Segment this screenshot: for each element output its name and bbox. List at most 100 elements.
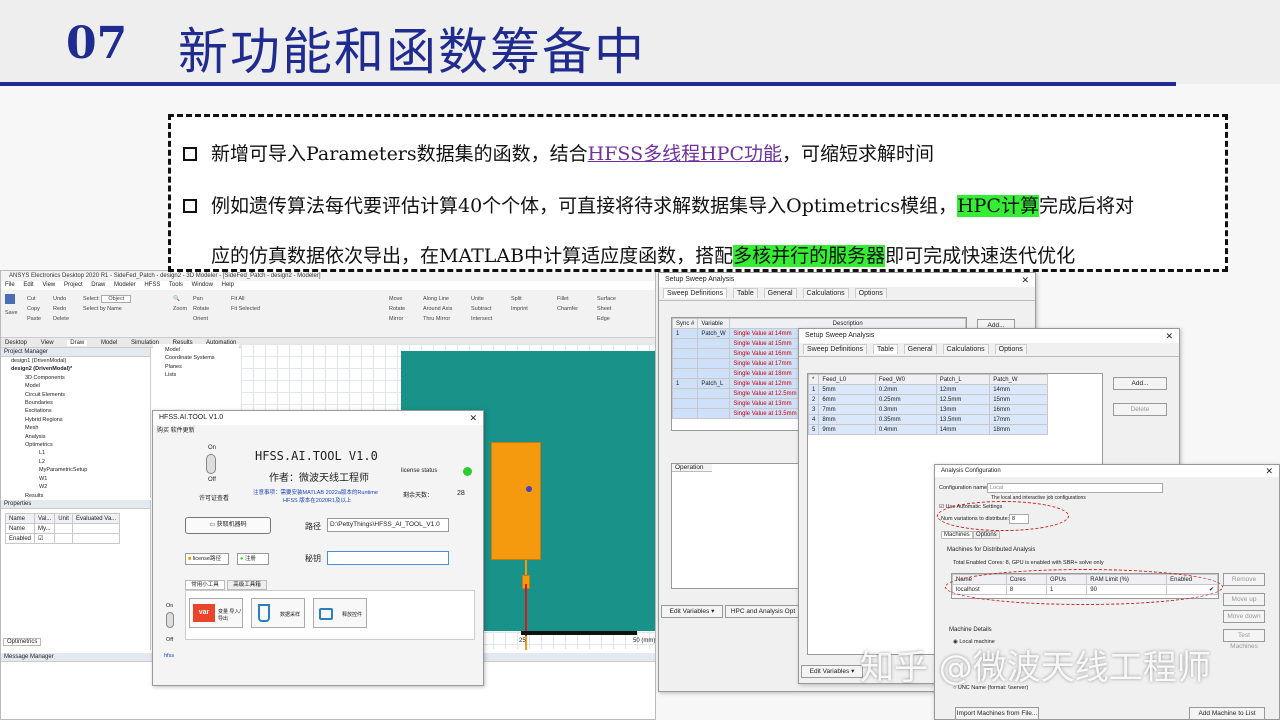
- tree-item[interactable]: Model: [5, 382, 150, 390]
- ribbon-view[interactable]: Pan Rotate Orient: [193, 294, 209, 324]
- tree-item[interactable]: W2: [5, 483, 150, 491]
- enabled-checkbox[interactable]: ☑: [34, 533, 56, 544]
- release-control-button[interactable]: 释放控件: [313, 598, 367, 628]
- tree-item[interactable]: Excitations: [5, 407, 150, 415]
- tab-options[interactable]: Options: [854, 288, 887, 298]
- edit-variables-button[interactable]: Edit Variables ▾: [801, 665, 863, 678]
- tab-sweep-definitions[interactable]: Sweep Definitions: [663, 288, 728, 298]
- menu-tools[interactable]: Tools: [169, 282, 183, 288]
- menu-help[interactable]: Help: [222, 282, 234, 288]
- tab-draw[interactable]: Draw: [67, 340, 88, 346]
- ribbon-surface[interactable]: Surface Sheet Edge: [597, 294, 616, 324]
- close-icon[interactable]: ✕: [469, 411, 477, 425]
- ribbon-transform[interactable]: Move Rotate Mirror: [389, 294, 405, 324]
- close-icon[interactable]: ✕: [1021, 273, 1029, 287]
- tree-item[interactable]: Mesh: [5, 424, 150, 432]
- menu-window[interactable]: Window: [192, 282, 213, 288]
- tree-item[interactable]: MyParametricSetup: [5, 466, 150, 474]
- props-row[interactable]: Enabled ☑: [4, 533, 121, 544]
- tab-options[interactable]: Options: [994, 344, 1027, 354]
- tree-item[interactable]: Optimetrics: [5, 441, 150, 449]
- ribbon-boolean[interactable]: Unite Subtract Intersect: [471, 294, 492, 324]
- tree-item[interactable]: L1: [5, 449, 150, 457]
- tree-item[interactable]: Circuit Elements: [5, 391, 150, 399]
- tree-item[interactable]: 3D Components: [5, 374, 150, 382]
- move-down-button[interactable]: Move down: [1223, 610, 1265, 623]
- add-button[interactable]: Add...: [1113, 377, 1167, 390]
- ribbon-fillet[interactable]: Fillet Chamfer: [557, 294, 578, 314]
- path-input[interactable]: D:\PettyThings\HFSS_AI_TOOL_V1.0: [327, 518, 449, 532]
- move-up-button[interactable]: Move up: [1223, 593, 1265, 606]
- ribbon-zoom[interactable]: 🔍 Zoom: [173, 294, 187, 314]
- menu-edit[interactable]: Edit: [23, 282, 33, 288]
- menu-view[interactable]: View: [42, 282, 55, 288]
- hfss-link[interactable]: hfss: [164, 653, 174, 659]
- menu-file[interactable]: File: [5, 282, 15, 288]
- tab-options[interactable]: Options: [973, 531, 1000, 539]
- edit-variables-button[interactable]: Edit Variables ▾: [661, 605, 723, 618]
- table-row[interactable]: 5 9mm 0.4mm 14mm 18mm: [807, 424, 1048, 435]
- tab-calculations[interactable]: Calculations: [942, 344, 989, 354]
- ribbon-duplicate[interactable]: Along Line Around Axis Thru Mirror: [423, 294, 452, 324]
- tree-item[interactable]: L2: [5, 458, 150, 466]
- close-icon[interactable]: ✕: [1265, 465, 1273, 477]
- delete-button[interactable]: Delete: [1113, 403, 1167, 416]
- ribbon-undo[interactable]: Undo Redo Delete: [53, 294, 69, 324]
- tree-item[interactable]: Boundaries: [5, 399, 150, 407]
- model-tree-item[interactable]: Planes: [157, 363, 239, 371]
- tree-item[interactable]: design1 (DrivenModal): [5, 357, 150, 365]
- tab-common[interactable]: 常用小工具: [185, 580, 225, 590]
- tree-item[interactable]: Results: [5, 492, 150, 500]
- get-code-button[interactable]: ▭ 获取机器码: [185, 517, 271, 534]
- tab-view[interactable]: View: [41, 340, 54, 346]
- table-row[interactable]: 2 6mm 0.25mm 12.5mm 15mm: [807, 394, 1048, 405]
- tree-item[interactable]: design2 (DrivenModal)*: [5, 365, 150, 373]
- variable-io-button[interactable]: var 变量 导入/导出: [189, 598, 243, 628]
- table-row[interactable]: 4 8mm 0.35mm 13.5mm 17mm: [807, 414, 1048, 425]
- tab-table[interactable]: Table: [872, 344, 898, 354]
- table-row[interactable]: 1 5mm 0.2mm 12mm 14mm: [807, 384, 1048, 395]
- tree-item[interactable]: Hybrid Regions: [5, 416, 150, 424]
- model-tree-item[interactable]: Model: [157, 346, 239, 354]
- table-row[interactable]: 3 7mm 0.3mm 13mm 16mm: [807, 404, 1048, 415]
- optimetrics-tab[interactable]: Optimetrics: [3, 638, 42, 646]
- patch[interactable]: [491, 442, 541, 560]
- tree-item[interactable]: Analysis: [5, 433, 150, 441]
- add-machine-button[interactable]: Add Machine to List: [1189, 707, 1265, 719]
- ribbon-select[interactable]: Select: Object Select by Name: [83, 294, 132, 314]
- key-input[interactable]: [327, 551, 449, 565]
- tab-machines[interactable]: Machines: [941, 531, 973, 539]
- data-sampling-button[interactable]: 数据采样: [251, 598, 305, 628]
- tab-desktop[interactable]: Desktop: [5, 340, 27, 346]
- tab-general[interactable]: General: [903, 344, 937, 354]
- hpc-link[interactable]: HFSS多线程HPC功能: [588, 143, 782, 165]
- toggle-2[interactable]: [166, 612, 174, 628]
- tab-advanced[interactable]: 高级工具箱: [227, 580, 267, 590]
- ribbon-clipboard[interactable]: Cut Copy Paste: [27, 294, 41, 324]
- license-toggle[interactable]: [206, 454, 216, 474]
- test-machines-button[interactable]: Test Machines: [1223, 629, 1265, 650]
- register-button[interactable]: ● 注册: [237, 553, 269, 565]
- close-icon[interactable]: ✕: [1165, 329, 1173, 343]
- menu-draw[interactable]: Draw: [91, 282, 105, 288]
- tab-general[interactable]: General: [763, 288, 797, 298]
- config-name-input[interactable]: Local: [987, 483, 1163, 493]
- license-path-button[interactable]: ■ license路径: [185, 553, 229, 565]
- import-machines-button[interactable]: Import Machines from File...: [955, 707, 1039, 719]
- props-row[interactable]: Name My...: [4, 523, 121, 534]
- tab-table[interactable]: Table: [732, 288, 758, 298]
- tab-calculations[interactable]: Calculations: [802, 288, 849, 298]
- ribbon-fit[interactable]: Fit All Fit Selected: [231, 294, 260, 314]
- tab-model[interactable]: Model: [101, 340, 117, 346]
- ribbon-save[interactable]: Save: [5, 294, 18, 318]
- tree-item[interactable]: W1: [5, 475, 150, 483]
- menu-hfss[interactable]: HFSS: [144, 282, 160, 288]
- hpc-options-button[interactable]: HPC and Analysis Opt: [725, 605, 801, 618]
- tool-menu[interactable]: 购买 软件更新: [153, 425, 483, 435]
- ribbon-split[interactable]: Split Imprint: [511, 294, 528, 314]
- menu-project[interactable]: Project: [64, 282, 83, 288]
- tab-sweep-definitions[interactable]: Sweep Definitions: [803, 344, 868, 354]
- remove-button[interactable]: Remove: [1223, 573, 1265, 586]
- menu-modeler[interactable]: Modeler: [114, 282, 136, 288]
- model-tree-item[interactable]: Coordinate Systems: [157, 354, 239, 362]
